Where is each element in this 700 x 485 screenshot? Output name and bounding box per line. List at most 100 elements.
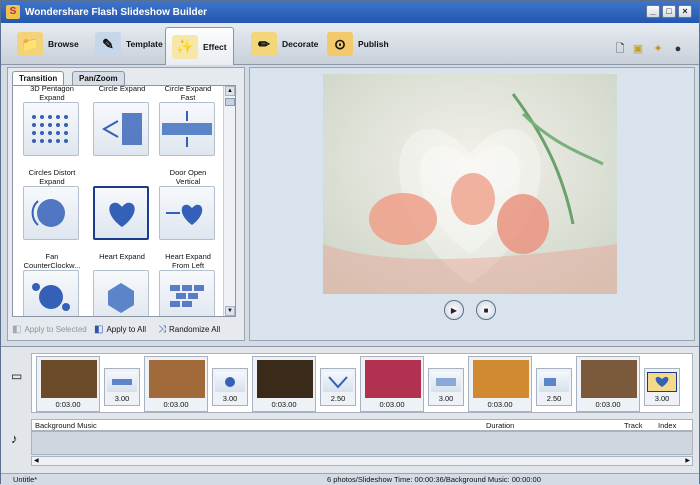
app-icon: S [6,5,20,19]
stop-button[interactable]: ■ [476,300,496,320]
music-track-area[interactable] [31,431,693,455]
transition-clip[interactable]: 3.00 [212,368,248,406]
apply-all-label: Apply to All [106,325,147,334]
tab-effect[interactable]: ✨ Effect [165,27,234,65]
maximize-button[interactable]: □ [662,5,676,18]
effect-label: Heart Expand [93,252,151,270]
clip-duration: 0:03.00 [271,400,297,409]
effect-thumbnail [23,186,79,240]
apply-all-icon: ◧ [94,324,104,335]
clip-duration: 0:03.00 [379,400,405,409]
transition-duration: 3.00 [654,394,670,403]
scroll-right-icon[interactable]: ▶ [685,457,690,464]
photo-clip[interactable]: 0:03.00 [252,356,316,412]
photo-clip[interactable]: 0:03.00 [468,356,532,412]
photo-thumbnail [473,360,529,398]
apply-icon: ◧ [12,324,22,335]
apply-to-all-button[interactable]: ◧ Apply to All [94,324,146,335]
effect-thumbnail [93,270,149,316]
effect-scrollbar[interactable]: ▲ ▼ [223,86,235,316]
randomize-label: Randomize All [169,325,221,334]
tab-decorate[interactable]: ✏ Decorate [245,27,324,61]
photo-thumbnail [365,360,421,398]
shuffle-icon: ⤨ [158,324,166,335]
scroll-left-icon[interactable]: ◀ [34,457,39,464]
col-duration: Duration [486,421,515,430]
effect-label: Circle Expand [98,85,146,93]
clip-duration: 0:03.00 [55,400,81,409]
transition-duration: 3.00 [114,394,130,403]
preview-image [323,74,617,294]
photo-clip[interactable]: 0:03.00 [144,356,208,412]
effect-heart-expand-from-left[interactable]: Door Open Vertical [159,168,217,240]
transition-thumbnail [107,372,137,392]
apply-to-selected-button[interactable]: ◧ Apply to Selected [12,324,87,335]
transition-clip[interactable]: 3.00 [644,368,680,406]
transition-thumbnail [539,372,569,392]
photo-thumbnail [581,360,637,398]
randomize-all-button[interactable]: ⤨ Randomize All [158,324,220,335]
transition-duration: 3.00 [222,394,238,403]
effect-panel: Transition Pan/Zoom 3D Pentagon Expand C… [7,67,245,341]
transition-clip[interactable]: 3.00 [104,368,140,406]
new-icon[interactable]: 🗋 [613,42,627,56]
col-track: Track [624,421,643,430]
music-header: Background Music Duration Track Index [31,419,693,431]
transition-thumbnail [215,372,245,392]
timeline-scrollbar[interactable]: ◀ ▶ [31,456,693,466]
effect-thumbnail [93,186,149,240]
effect-thumbnail [159,102,215,156]
main-tab-bar: 📁 Browse ✎ Template ✨ Effect ✏ Decorate … [1,23,699,65]
tab-template[interactable]: ✎ Template [89,27,169,61]
save-icon[interactable]: ▣ [631,42,645,56]
effect-label: 3D Pentagon Expand [30,85,74,102]
effect-circle-expand[interactable]: Circle Expand [93,85,151,156]
play-button[interactable]: ▶ [444,300,464,320]
tab-browse[interactable]: 📁 Browse [11,27,85,61]
effect-fan-counterclockwise[interactable]: Fan CounterClockw... [23,252,81,316]
window-title: Wondershare Flash Slideshow Builder [25,6,208,18]
tab-label: Template [126,39,163,49]
scroll-up-icon[interactable]: ▲ [225,86,235,96]
effect-circles-right-to-left[interactable]: Heart Expand [93,252,151,316]
scroll-thumb[interactable] [225,98,235,106]
minimize-button[interactable]: _ [646,5,660,18]
effect-thumbnail [159,270,215,316]
settings-icon[interactable]: ✦ [651,42,665,56]
stop-icon: ■ [483,305,489,315]
tab-publish[interactable]: ⊙ Publish [321,27,395,61]
transition-thumbnail [647,372,677,392]
transition-duration: 2.50 [330,394,346,403]
effect-circle-expand-fast[interactable]: Circle Expand Fast [159,86,217,156]
apply-selected-label: Apply to Selected [24,325,87,334]
photo-clip[interactable]: 0:03.00 [576,356,640,412]
effect-label: Fan CounterClockw... [23,252,81,270]
folder-icon: 📁 [17,32,43,56]
tab-transition[interactable]: Transition [12,71,65,86]
transition-thumbnail [323,372,353,392]
photo-clip[interactable]: 0:03.00 [360,356,424,412]
effect-3d-pentagon-expand[interactable]: 3D Pentagon Expand [23,85,81,156]
music-note-icon: ♪ [11,431,18,446]
transition-clip[interactable]: 2.50 [320,368,356,406]
effect-thumbnail [93,102,149,156]
scroll-down-icon[interactable]: ▼ [225,306,235,316]
transition-clip[interactable]: 2.50 [536,368,572,406]
close-button[interactable]: × [678,5,692,18]
effect-grid: 3D Pentagon Expand Circle Expand Circle … [12,85,236,317]
effect-door-open-vertical[interactable]: Heart Expand From Left [159,252,217,316]
col-index: Index [658,421,677,430]
user-icon[interactable]: ● [671,42,685,56]
effect-heart-expand[interactable] [93,168,151,240]
tab-pan-zoom[interactable]: Pan/Zoom [72,71,125,86]
photo-clip[interactable]: 0:03.00 [36,356,100,412]
effect-circles-distort-expand[interactable]: Circles Distort Expand [23,168,81,240]
photo-thumbnail [41,360,97,398]
transition-duration: 3.00 [438,394,454,403]
publish-icon: ⊙ [327,32,353,56]
decorate-icon: ✏ [251,32,277,56]
effect-label [93,168,151,186]
effect-thumbnail [159,186,215,240]
tab-label: Effect [203,41,227,52]
transition-clip[interactable]: 3.00 [428,368,464,406]
